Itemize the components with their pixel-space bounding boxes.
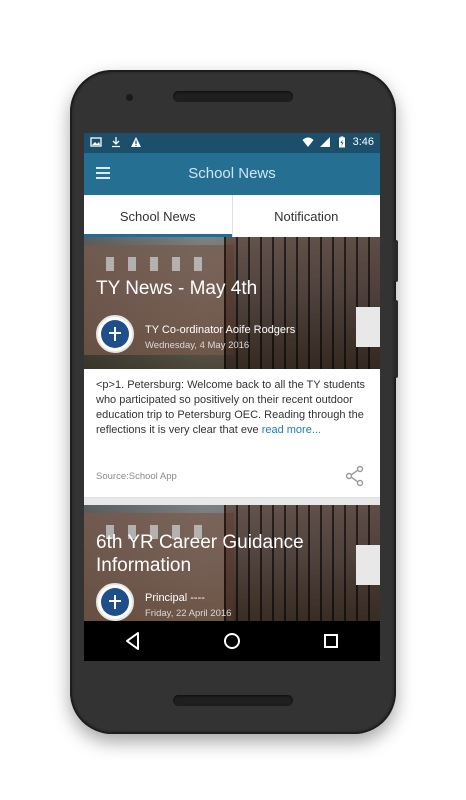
news-excerpt: <p>1. Petersburg: Welcome back to all th…: [84, 369, 380, 457]
news-hero-image[interactable]: TY News - May 4th TY Co-ordinator Aoife …: [84, 237, 380, 369]
author-avatar: [96, 315, 134, 353]
tab-bar: School News Notification: [84, 195, 380, 237]
news-title[interactable]: 6th YR Career Guidance Information: [96, 531, 372, 577]
app-bar: School News: [84, 153, 380, 195]
news-feed[interactable]: TY News - May 4th TY Co-ordinator Aoife …: [84, 237, 380, 661]
news-title[interactable]: TY News - May 4th: [96, 277, 372, 300]
power-button[interactable]: [394, 240, 398, 282]
tab-label: Notification: [274, 208, 339, 224]
screen: 3:46 School News School News Notificatio…: [84, 133, 380, 661]
tab-notification[interactable]: Notification: [231, 195, 381, 237]
front-camera: [126, 94, 133, 101]
news-date: Friday, 22 April 2016: [145, 608, 232, 619]
bottom-speaker: [173, 695, 293, 706]
tab-label: School News: [119, 208, 196, 224]
home-icon[interactable]: [220, 629, 244, 653]
news-date: Wednesday, 4 May 2016: [145, 340, 250, 351]
system-nav-bar: [84, 621, 380, 661]
image-icon: [90, 137, 102, 147]
volume-button[interactable]: [394, 300, 398, 378]
news-card[interactable]: TY News - May 4th TY Co-ordinator Aoife …: [84, 237, 380, 498]
battery-icon: [338, 136, 345, 148]
signal-icon: [319, 137, 330, 147]
news-card[interactable]: 6th YR Career Guidance Information Princ…: [84, 505, 380, 625]
top-speaker: [173, 91, 293, 102]
share-icon[interactable]: [344, 465, 366, 487]
news-source: Source:School App: [96, 471, 177, 482]
download-icon: [112, 137, 120, 148]
news-card-footer: Source:School App: [84, 457, 380, 498]
excerpt-text: <p>1. Petersburg: Welcome back to all th…: [96, 379, 366, 436]
status-time: 3:46: [352, 136, 374, 148]
back-icon[interactable]: [121, 629, 145, 653]
news-author: Principal ----: [145, 592, 205, 604]
recents-icon[interactable]: [319, 629, 343, 653]
read-more-link[interactable]: read more...: [262, 424, 321, 436]
app-title: School News: [188, 165, 276, 182]
status-bar: 3:46: [84, 133, 380, 153]
wifi-icon: [302, 137, 314, 147]
warning-icon: [131, 137, 141, 147]
news-author: TY Co-ordinator Aoife Rodgers: [145, 324, 296, 336]
news-hero-image[interactable]: 6th YR Career Guidance Information Princ…: [84, 505, 380, 625]
author-avatar: [96, 583, 134, 621]
tab-school-news[interactable]: School News: [84, 195, 232, 237]
